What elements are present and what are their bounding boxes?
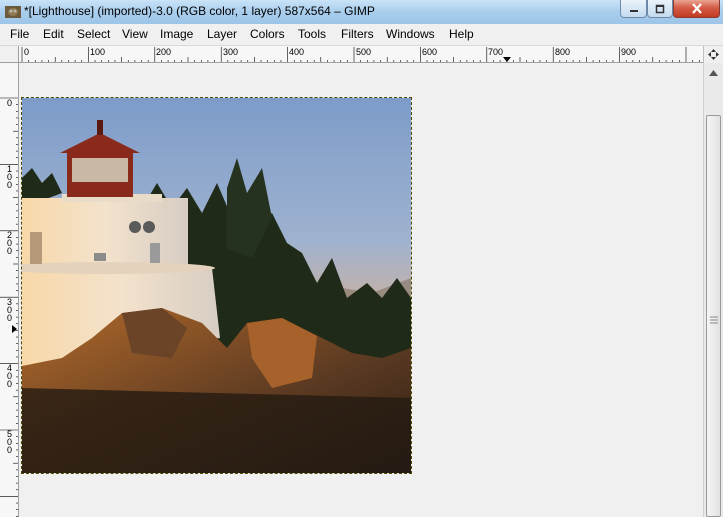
pointer-marker-icon	[12, 325, 17, 333]
navigate-button[interactable]	[703, 46, 723, 63]
ruler-label: 400	[289, 47, 305, 57]
ruler-label: 900	[621, 47, 637, 57]
scroll-up-button[interactable]	[707, 66, 720, 79]
ruler-label: 100	[6, 164, 12, 190]
vertical-scrollbar[interactable]	[703, 63, 723, 517]
vertical-ruler[interactable]: 0 100 200 300 400 500	[0, 63, 19, 517]
maximize-button[interactable]	[647, 0, 673, 18]
menu-edit[interactable]: Edit	[43, 27, 64, 41]
ruler-label: 0	[24, 47, 30, 57]
ruler-label: 300	[223, 47, 239, 57]
grip-icon	[710, 316, 718, 324]
ruler-label: 600	[422, 47, 438, 57]
menu-layer[interactable]: Layer	[207, 27, 237, 41]
ruler-label: 500	[356, 47, 372, 57]
canvas-area[interactable]	[19, 63, 703, 517]
ruler-label: 200	[156, 47, 172, 57]
ruler-label: 200	[6, 230, 12, 256]
menu-image[interactable]: Image	[160, 27, 193, 41]
title-bar[interactable]: *[Lighthouse] (imported)-3.0 (RGB color,…	[0, 0, 723, 24]
scroll-up-icon	[709, 69, 718, 76]
maximize-icon	[655, 4, 665, 13]
gimp-icon	[4, 3, 22, 20]
menu-colors[interactable]: Colors	[250, 27, 285, 41]
menu-tools[interactable]: Tools	[298, 27, 326, 41]
ruler-label: 500	[6, 429, 12, 455]
menu-file[interactable]: File	[10, 27, 29, 41]
navigate-icon	[708, 49, 719, 60]
menu-help[interactable]: Help	[449, 27, 474, 41]
ruler-label: 700	[488, 47, 504, 57]
ruler-label: 800	[555, 47, 571, 57]
horizontal-ruler[interactable]: 0 100 200 300 400 500 600 700 800 900	[19, 46, 703, 63]
ruler-label: 300	[6, 297, 12, 323]
minimize-button[interactable]	[620, 0, 647, 18]
ruler-corner[interactable]	[0, 46, 19, 63]
ruler-label: 100	[90, 47, 106, 57]
scroll-thumb[interactable]	[706, 115, 721, 517]
lighthouse-image[interactable]	[22, 98, 411, 473]
menu-filters[interactable]: Filters	[341, 27, 374, 41]
ruler-label: 400	[6, 363, 12, 389]
menu-windows[interactable]: Windows	[386, 27, 435, 41]
ruler-label: 0	[6, 98, 12, 108]
menu-select[interactable]: Select	[77, 27, 110, 41]
close-icon	[691, 3, 702, 14]
menu-bar: File Edit Select View Image Layer Colors…	[0, 24, 723, 46]
menu-view[interactable]: View	[122, 27, 148, 41]
minimize-icon	[629, 9, 638, 12]
window-title: *[Lighthouse] (imported)-3.0 (RGB color,…	[24, 4, 375, 18]
close-button[interactable]	[673, 0, 720, 18]
